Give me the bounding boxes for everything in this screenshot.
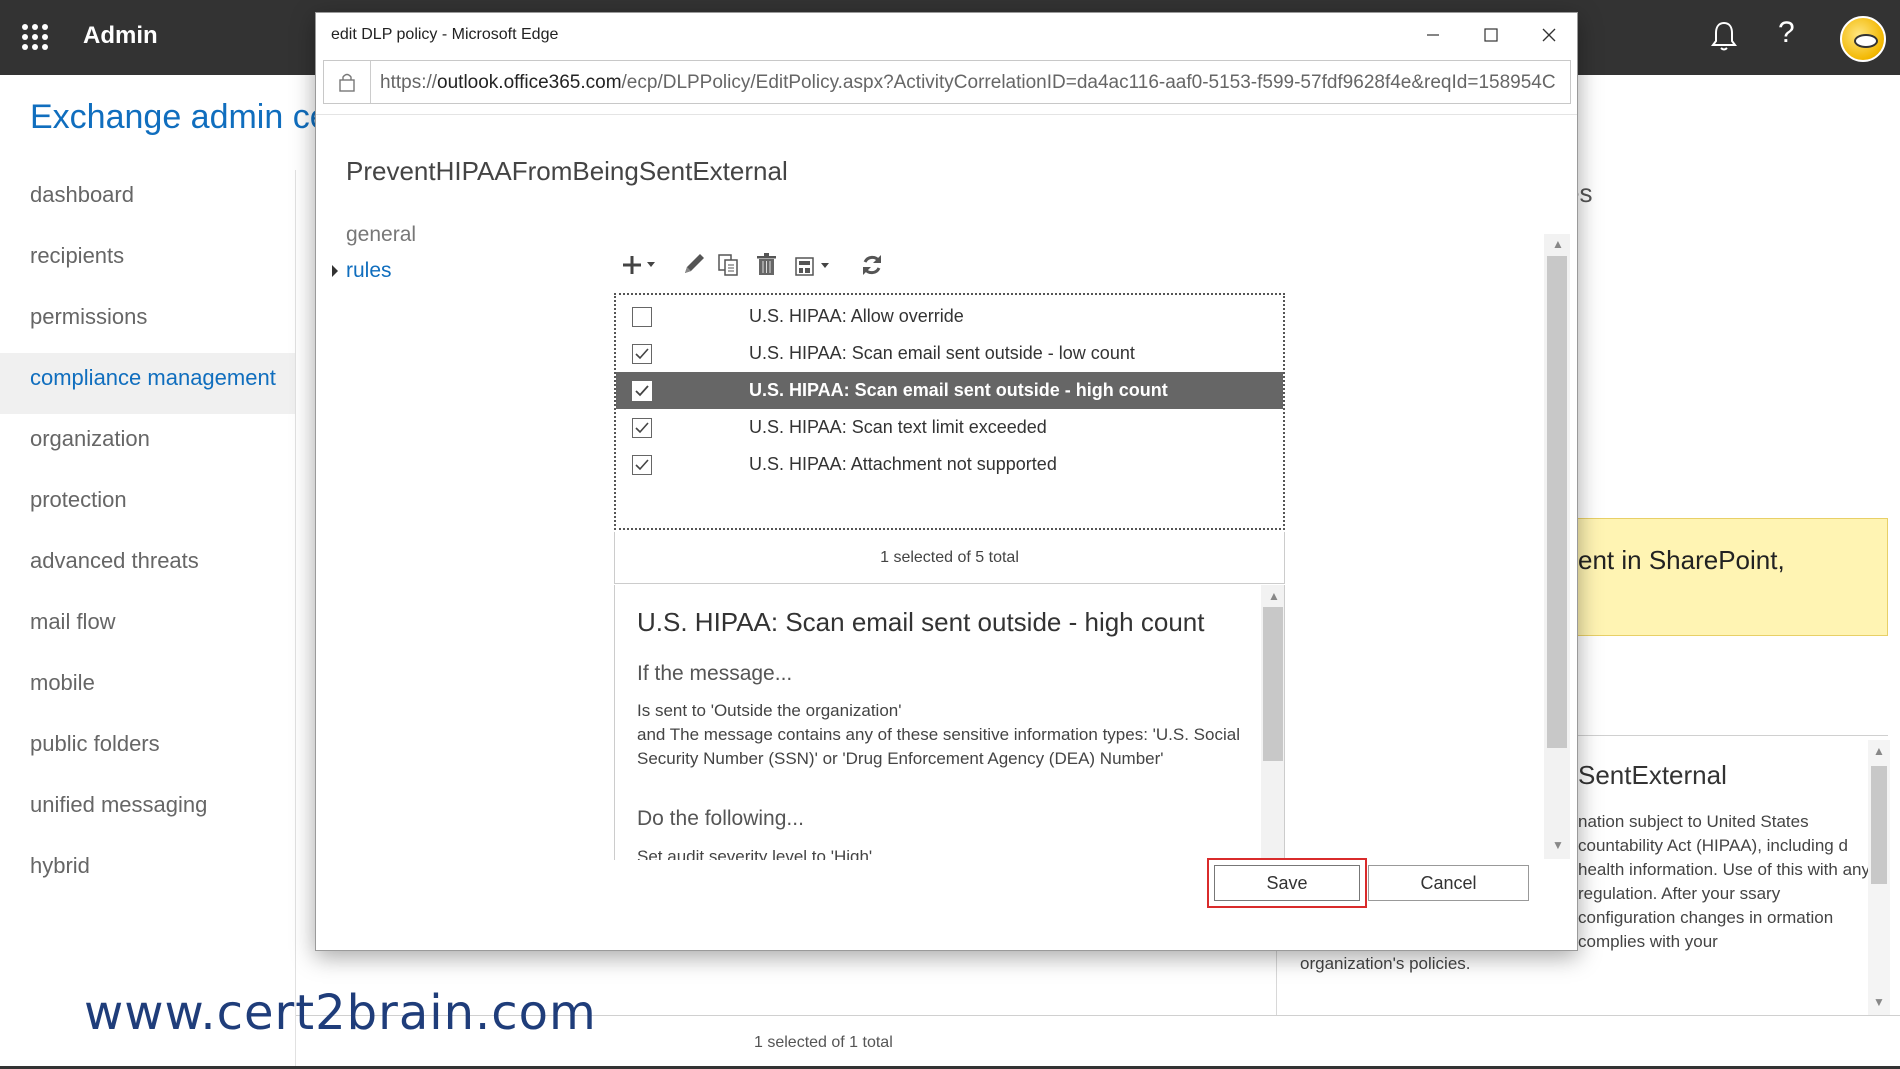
- notice-banner: [1555, 518, 1888, 636]
- nav-item-mobile[interactable]: mobile: [0, 658, 295, 719]
- action-1: Set audit severity level to 'High': [637, 847, 873, 860]
- rule-checkbox[interactable]: [632, 307, 652, 327]
- nav-item-public-folders[interactable]: public folders: [0, 719, 295, 780]
- rule-checkbox[interactable]: [632, 344, 652, 364]
- rule-checkbox[interactable]: [632, 455, 652, 475]
- scroll-down-icon[interactable]: ▼: [1873, 995, 1885, 1009]
- nav-item-protection[interactable]: protection: [0, 475, 295, 536]
- edit-icon[interactable]: [679, 248, 709, 282]
- rule-row[interactable]: U.S. HIPAA: Attachment not supported: [616, 446, 1283, 483]
- url-text[interactable]: https://outlook.office365.com/ecp/DLPPol…: [380, 72, 1564, 94]
- scroll-up-icon[interactable]: ▲: [1873, 744, 1885, 758]
- left-nav: dashboard recipients permissions complia…: [0, 170, 295, 902]
- bg-detail-description: nation subject to United States countabi…: [1578, 812, 1870, 951]
- rule-checkbox[interactable]: [632, 381, 652, 401]
- nav-divider: [295, 170, 296, 1069]
- address-bar[interactable]: https://outlook.office365.com/ecp/DLPPol…: [323, 60, 1571, 104]
- page-title: Exchange admin cer: [30, 98, 340, 136]
- rule-row[interactable]: U.S. HIPAA: Scan email sent outside - lo…: [616, 335, 1283, 372]
- maximize-icon[interactable]: [1462, 13, 1520, 57]
- scroll-thumb[interactable]: [1871, 766, 1887, 884]
- bg-detail-title: SentExternal: [1578, 760, 1727, 790]
- nav-item-hybrid[interactable]: hybrid: [0, 841, 295, 902]
- nav-item-advanced-threats[interactable]: advanced threats: [0, 536, 295, 597]
- nav-item-organization[interactable]: organization: [0, 414, 295, 475]
- rule-row[interactable]: U.S. HIPAA: Allow override: [616, 298, 1283, 335]
- rule-row-selected[interactable]: U.S. HIPAA: Scan email sent outside - hi…: [616, 372, 1283, 409]
- policy-name-heading: PreventHIPAAFromBeingSentExternal: [346, 156, 788, 186]
- condition-text: Is sent to 'Outside the organization' an…: [637, 699, 1252, 771]
- priority-icon[interactable]: [791, 248, 839, 282]
- rule-name: U.S. HIPAA: Scan email sent outside - lo…: [749, 343, 1135, 363]
- address-separator: [370, 61, 371, 103]
- bg-detail-scrollbar[interactable]: ▲ ▼: [1868, 740, 1890, 1015]
- app-title[interactable]: Admin: [83, 22, 158, 50]
- selection-count: 1 selected of 5 total: [880, 549, 1019, 566]
- condition-heading: If the message...: [637, 662, 793, 685]
- rules-list: U.S. HIPAA: Allow override U.S. HIPAA: S…: [614, 293, 1285, 530]
- checkmark-icon: [635, 385, 649, 397]
- rule-detail-title: U.S. HIPAA: Scan email sent outside - hi…: [637, 607, 1205, 637]
- nav-item-recipients[interactable]: recipients: [0, 231, 295, 292]
- watermark: www.cert2brain.com: [84, 985, 597, 1041]
- scroll-up-icon[interactable]: ▲: [1552, 237, 1564, 251]
- help-icon[interactable]: ?: [1778, 16, 1795, 50]
- bg-selection-count: 1 selected of 1 total: [754, 1034, 893, 1051]
- bg-detail-description-tail: organization's policies.: [1300, 954, 1471, 973]
- edit-dlp-policy-window: edit DLP policy - Microsoft Edge https:/…: [315, 12, 1578, 951]
- checkmark-icon: [635, 348, 649, 360]
- scroll-thumb[interactable]: [1547, 256, 1567, 748]
- url-host: outlook.office365.com: [437, 72, 622, 93]
- bell-icon[interactable]: [1708, 18, 1740, 54]
- condition-2: and The message contains any of these se…: [637, 725, 1240, 768]
- rule-row[interactable]: U.S. HIPAA: Scan text limit exceeded: [616, 409, 1283, 446]
- rule-name: U.S. HIPAA: Scan email sent outside - hi…: [749, 380, 1168, 400]
- selection-count-bar: 1 selected of 5 total: [614, 532, 1285, 584]
- window-title: edit DLP policy - Microsoft Edge: [331, 26, 559, 43]
- nav-item-compliance-management[interactable]: compliance management: [0, 353, 295, 414]
- delete-icon[interactable]: [752, 248, 782, 282]
- rule-name: U.S. HIPAA: Attachment not supported: [749, 454, 1057, 474]
- rule-name: U.S. HIPAA: Allow override: [749, 306, 964, 326]
- rule-checkbox[interactable]: [632, 418, 652, 438]
- popup-scrollbar[interactable]: ▲ ▼: [1544, 234, 1570, 859]
- nav-item-dashboard[interactable]: dashboard: [0, 170, 295, 231]
- nav-item-permissions[interactable]: permissions: [0, 292, 295, 353]
- section-general[interactable]: general: [346, 223, 416, 247]
- notice-banner-text: ent in SharePoint,: [1578, 545, 1785, 575]
- avatar[interactable]: [1840, 16, 1886, 62]
- section-rules[interactable]: rules: [346, 259, 392, 283]
- scroll-thumb[interactable]: [1263, 607, 1283, 761]
- minimize-icon[interactable]: [1404, 13, 1462, 57]
- scroll-up-icon[interactable]: ▲: [1268, 589, 1280, 603]
- close-icon[interactable]: [1520, 13, 1578, 57]
- condition-1: Is sent to 'Outside the organization': [637, 701, 902, 720]
- divider: [316, 114, 1577, 115]
- caret-right-icon: [332, 265, 338, 277]
- nav-item-unified-messaging[interactable]: unified messaging: [0, 780, 295, 841]
- nav-item-mail-flow[interactable]: mail flow: [0, 597, 295, 658]
- window-titlebar[interactable]: edit DLP policy - Microsoft Edge: [316, 13, 1577, 57]
- copy-icon[interactable]: [714, 248, 744, 282]
- add-icon[interactable]: [619, 248, 663, 282]
- rule-detail-pane: U.S. HIPAA: Scan email sent outside - hi…: [614, 585, 1285, 860]
- action-heading: Do the following...: [637, 807, 804, 830]
- lock-icon: [339, 73, 355, 92]
- detail-scrollbar[interactable]: ▲: [1261, 585, 1284, 860]
- checkmark-icon: [635, 422, 649, 434]
- refresh-icon[interactable]: [857, 248, 887, 282]
- rule-name: U.S. HIPAA: Scan text limit exceeded: [749, 417, 1047, 437]
- waffle-icon[interactable]: [22, 24, 48, 50]
- cancel-button[interactable]: Cancel: [1368, 865, 1529, 901]
- save-button[interactable]: Save: [1214, 865, 1360, 901]
- scroll-down-icon[interactable]: ▼: [1552, 838, 1564, 852]
- url-prefix: https://: [380, 72, 438, 93]
- checkmark-icon: [635, 459, 649, 471]
- url-path: /ecp/DLPPolicy/EditPolicy.aspx?ActivityC…: [621, 72, 1556, 93]
